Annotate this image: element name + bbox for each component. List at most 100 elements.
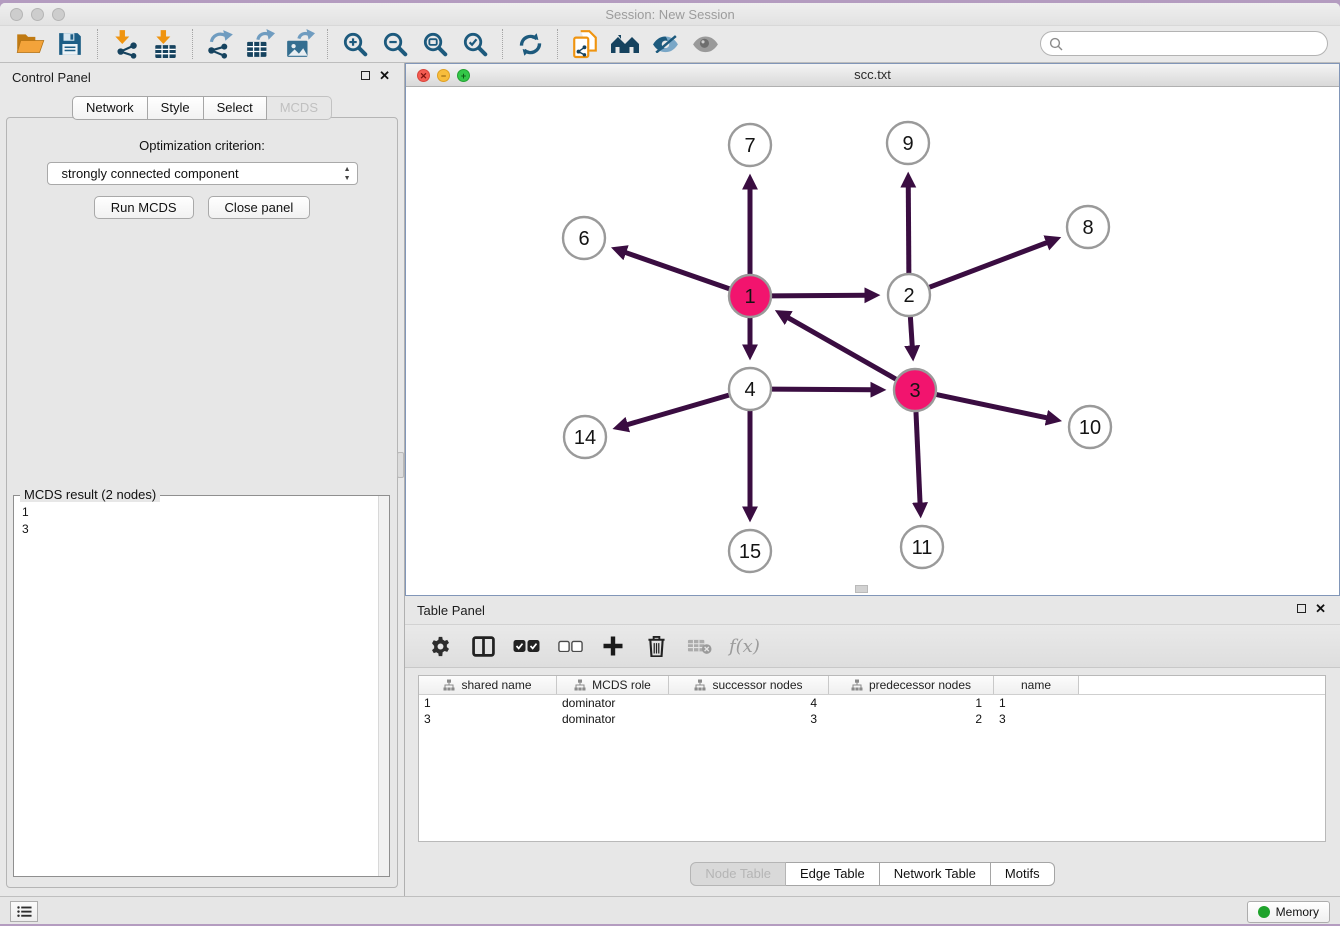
network-window-title: scc.txt (406, 64, 1339, 86)
column-header-shared-name[interactable]: shared name (419, 676, 557, 694)
node-table[interactable]: shared name MCDS rolesuccessor nodesprede… (418, 675, 1326, 842)
minimize-icon[interactable]: − (437, 69, 450, 82)
node-label: 8 (1082, 217, 1093, 239)
split-columns-icon[interactable] (470, 632, 496, 660)
clone-network-button[interactable] (565, 27, 605, 61)
mcds-result-title: MCDS result (2 nodes) (20, 487, 160, 502)
zoom-fit-button[interactable] (415, 27, 455, 61)
edge-3-11[interactable] (916, 412, 920, 504)
node-label: 15 (739, 541, 761, 563)
edge-4-14[interactable] (626, 395, 729, 425)
memory-status-dot (1258, 906, 1270, 918)
float-table-panel-icon[interactable] (1297, 604, 1306, 613)
refresh-layout-button[interactable] (510, 27, 550, 61)
import-table-button[interactable] (145, 27, 185, 61)
close-window-button[interactable] (10, 8, 23, 21)
export-network-button[interactable] (200, 27, 240, 61)
settings-gear-icon[interactable] (427, 632, 453, 660)
table-row[interactable]: 3dominator323 (419, 711, 1325, 727)
dropdown-stepper-icon: ▲▼ (344, 165, 351, 183)
zoom-window-button[interactable] (52, 8, 65, 21)
table-cell: 4 (669, 695, 829, 711)
tab-network-table[interactable]: Network Table (880, 862, 991, 886)
table-cell: 1 (994, 695, 1079, 711)
close-panel-button[interactable]: Close panel (208, 196, 311, 219)
zoom-in-button[interactable] (335, 27, 375, 61)
mcds-result-lines: 13 (14, 496, 389, 538)
close-panel-icon[interactable]: ✕ (379, 70, 390, 81)
add-icon[interactable] (600, 632, 626, 660)
column-header-predecessor-nodes[interactable]: predecessor nodes (829, 676, 994, 694)
search-input[interactable] (1040, 31, 1328, 56)
table-row[interactable]: 1dominator411 (419, 695, 1325, 711)
delete-trash-icon[interactable] (643, 632, 669, 660)
main-toolbar (0, 26, 1340, 63)
export-image-button[interactable] (280, 27, 320, 61)
close-table-panel-icon[interactable]: ✕ (1315, 603, 1326, 614)
tab-edge-table[interactable]: Edge Table (786, 862, 880, 886)
table-cell: 1 (419, 695, 557, 711)
network-canvas[interactable]: 1234678910111415 (406, 87, 1339, 595)
edge-3-10[interactable] (937, 395, 1048, 419)
network-window-titlebar[interactable]: ✕ − + scc.txt (406, 64, 1339, 87)
result-scrollbar[interactable] (378, 496, 389, 876)
float-panel-icon[interactable] (361, 71, 370, 80)
tab-style[interactable]: Style (148, 96, 204, 120)
control-panel-title: Control Panel (12, 70, 91, 85)
show-hidden-eye-button[interactable] (685, 27, 725, 61)
select-all-icon[interactable] (513, 632, 540, 660)
import-network-button[interactable] (105, 27, 145, 61)
node-label: 7 (744, 135, 755, 157)
show-all-networks-button[interactable] (605, 27, 645, 61)
save-session-button[interactable] (50, 27, 90, 61)
vertical-splitter-handle[interactable] (397, 452, 404, 478)
node-label: 11 (912, 537, 933, 559)
run-mcds-button[interactable]: Run MCDS (94, 196, 194, 219)
close-icon[interactable]: ✕ (417, 69, 430, 82)
table-body: 1dominator4113dominator323 (419, 695, 1325, 727)
export-table-button[interactable] (240, 27, 280, 61)
node-label: 4 (744, 379, 755, 401)
minimize-window-button[interactable] (31, 8, 44, 21)
edge-2-3[interactable] (910, 317, 912, 347)
table-cell: dominator (557, 711, 669, 727)
search-icon (1049, 37, 1063, 51)
node-label: 2 (903, 285, 914, 307)
dropdown-value: strongly connected component (62, 166, 239, 181)
column-header-label: shared name (461, 678, 531, 692)
control-panel: Control Panel ✕ NetworkStyleSelectMCDS O… (0, 63, 405, 896)
table-panel-title: Table Panel (417, 603, 485, 618)
zoom-out-button[interactable] (375, 27, 415, 61)
optimization-criterion-dropdown[interactable]: strongly connected component ▲▼ (47, 162, 358, 185)
table-cell: 3 (419, 711, 557, 727)
edge-2-8[interactable] (930, 242, 1048, 287)
tab-mcds[interactable]: MCDS (267, 96, 332, 120)
network-canvas-svg: 1234678910111415 (406, 87, 1339, 595)
memory-button[interactable]: Memory (1247, 901, 1330, 923)
hide-selected-eye-button[interactable] (645, 27, 685, 61)
edge-1-2[interactable] (772, 295, 866, 296)
tab-select[interactable]: Select (204, 96, 267, 120)
status-bar: Memory (0, 896, 1340, 924)
tab-motifs[interactable]: Motifs (991, 862, 1055, 886)
zoom-selected-button[interactable] (455, 27, 495, 61)
node-label: 10 (1079, 417, 1101, 439)
column-header-mcds-role[interactable]: MCDS role (557, 676, 669, 694)
memory-label: Memory (1276, 905, 1319, 919)
show-panels-button[interactable] (10, 901, 38, 922)
tab-node-table[interactable]: Node Table (690, 862, 786, 886)
edge-3-1[interactable] (787, 317, 896, 379)
clear-selection-icon[interactable] (557, 632, 583, 660)
tab-network[interactable]: Network (72, 96, 148, 120)
main-titlebar[interactable]: Session: New Session (0, 3, 1340, 26)
horizontal-splitter-handle[interactable] (855, 585, 868, 593)
maximize-icon[interactable]: + (457, 69, 470, 82)
toolbar-separator (97, 29, 98, 59)
edge-1-6[interactable] (625, 252, 730, 289)
column-header-successor-nodes[interactable]: successor nodes (669, 676, 829, 694)
edge-2-9[interactable] (908, 186, 909, 273)
table-cell: 3 (994, 711, 1079, 727)
edge-4-3[interactable] (772, 389, 872, 390)
column-header-name[interactable]: name (994, 676, 1079, 694)
open-session-button[interactable] (10, 27, 50, 61)
